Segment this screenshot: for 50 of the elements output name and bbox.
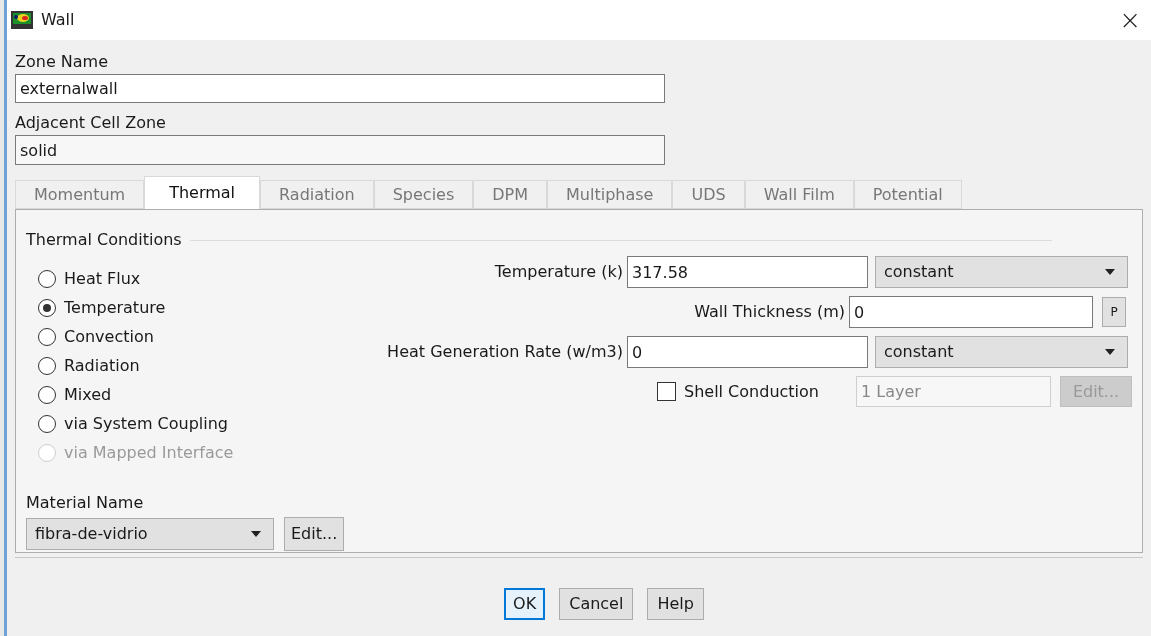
radio-label: Heat Flux: [64, 267, 141, 290]
zone-name-field[interactable]: externalwall: [15, 74, 665, 103]
window-title: Wall: [41, 9, 75, 31]
wall-thickness-field[interactable]: 0: [849, 296, 1093, 328]
field-label: Wall Thickness (m): [693, 301, 846, 323]
field-label: Material Name: [26, 492, 145, 514]
radio-label: Temperature: [64, 296, 166, 319]
dialog-button[interactable]: OK: [504, 588, 546, 620]
radio-button[interactable]: [38, 327, 56, 346]
app-icon: [11, 11, 33, 29]
dialog-button[interactable]: Cancel: [559, 588, 634, 620]
field-label: Adjacent Cell Zone: [15, 112, 167, 134]
tab[interactable]: UDS: [672, 180, 745, 209]
radio-button[interactable]: [38, 269, 56, 288]
heat-generation-method-dropdown[interactable]: constant: [875, 336, 1128, 368]
radio-button[interactable]: [38, 385, 56, 404]
radio-button[interactable]: [38, 414, 56, 433]
tab[interactable]: Multiphase: [547, 180, 673, 209]
heat-generation-field[interactable]: 0: [627, 336, 868, 368]
tab[interactable]: DPM: [473, 180, 548, 209]
caret-icon: [1105, 349, 1115, 355]
radio-label: via Mapped Interface: [64, 441, 234, 464]
radio-label: Convection: [64, 325, 154, 348]
caret-icon: [1105, 269, 1115, 275]
material-dropdown[interactable]: fibra-de-vidrio: [26, 518, 274, 550]
field-label: Heat Generation Rate (w/m3): [386, 341, 624, 363]
caret-icon: [251, 531, 261, 537]
radio-button[interactable]: [38, 356, 56, 375]
temperature-method-dropdown[interactable]: constant: [875, 256, 1128, 288]
tab[interactable]: Species: [373, 180, 474, 209]
dialog-button[interactable]: Help: [647, 588, 704, 620]
field-label: Zone Name: [15, 51, 110, 73]
tab[interactable]: Thermal: [144, 176, 261, 209]
radio-label: Mixed: [64, 383, 112, 406]
tab[interactable]: Potential: [853, 180, 962, 209]
tab[interactable]: Momentum: [15, 180, 145, 209]
radio-label: Radiation: [64, 354, 140, 377]
checkbox[interactable]: [657, 382, 676, 401]
adjacent-zone-field[interactable]: solid: [15, 135, 665, 165]
field-label: Temperature (k): [493, 261, 624, 283]
close-button[interactable]: ×: [1115, 7, 1145, 33]
parameter-button[interactable]: P: [1102, 297, 1126, 327]
temperature-field[interactable]: 317.58: [627, 256, 868, 288]
edit-button[interactable]: Edit...: [284, 517, 345, 551]
radio-label: via System Coupling: [64, 412, 228, 435]
tab[interactable]: Wall Film: [744, 180, 854, 209]
checkbox-label: Shell Conduction: [684, 380, 820, 403]
radio-button[interactable]: [38, 298, 56, 317]
tab[interactable]: Radiation: [260, 180, 374, 209]
group-title: Thermal Conditions: [26, 229, 182, 251]
